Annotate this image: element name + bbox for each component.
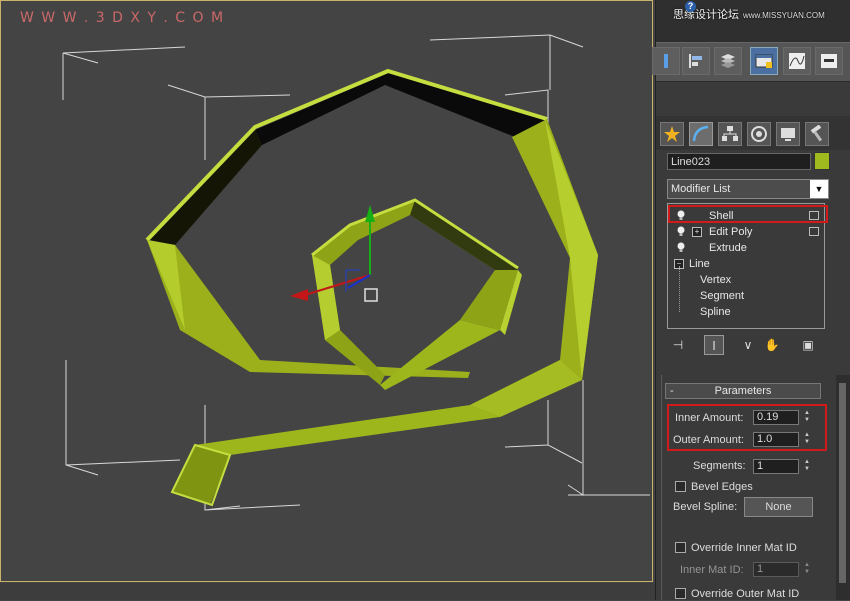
override-outer-checkbox[interactable] — [675, 588, 686, 599]
modifier-list-dropdown[interactable]: Modifier List ▼ — [667, 179, 829, 199]
inner-mat-id-input[interactable]: 1 — [753, 562, 799, 577]
stack-item-label: Extrude — [709, 242, 747, 254]
forum-watermark-text: 思缘设计论坛 — [673, 9, 739, 21]
site-watermark: W W W . 3 D X Y . C O M — [20, 10, 225, 26]
chevron-down-icon: ▼ — [810, 180, 828, 198]
stack-sub-label: Spline — [700, 306, 731, 318]
spiral-shell-mesh — [145, 68, 598, 507]
amount-highlight-box — [667, 404, 827, 451]
segments-spinner[interactable]: ▲ ▼ — [802, 459, 812, 474]
bounding-box — [62, 34, 650, 511]
panel-scrollbar[interactable] — [836, 375, 850, 600]
configure-sets-icon[interactable]: ▣ — [798, 335, 818, 355]
stack-sub-segment[interactable]: Segment — [668, 288, 824, 304]
stack-sub-spline[interactable]: Spline — [668, 304, 824, 320]
stack-item-label: Edit Poly — [709, 226, 753, 238]
modifier-list-label: Modifier List — [671, 183, 731, 195]
help-icon[interactable]: ? — [685, 1, 696, 12]
curve-icon — [789, 53, 805, 69]
filter-icon — [664, 54, 668, 68]
tab-hierarchy[interactable] — [718, 122, 742, 146]
bevel-spline-label: Bevel Spline: — [673, 501, 738, 513]
instance-icon — [809, 227, 819, 236]
tab-display[interactable] — [776, 122, 800, 146]
command-panel-tabs — [656, 116, 850, 150]
segments-label: Segments: — [693, 460, 746, 472]
bevel-edges-label: Bevel Edges — [691, 481, 753, 493]
layer-manager-button[interactable] — [714, 47, 742, 75]
shell-highlight-box — [668, 205, 828, 223]
rollout-collapse-symbol: - — [670, 385, 674, 397]
parameters-header[interactable]: - Parameters — [665, 383, 821, 399]
forum-watermark-url: www.MISSYUAN.COM — [743, 11, 825, 20]
stack-sub-label: Segment — [700, 290, 745, 302]
lightbulb-icon[interactable] — [677, 242, 685, 253]
override-inner-label: Override Inner Mat ID — [691, 542, 797, 554]
object-color-swatch[interactable] — [814, 152, 830, 170]
segments-input[interactable]: 1 — [753, 459, 799, 474]
stack-item-label: Line — [689, 258, 710, 270]
bevel-edges-checkbox[interactable] — [675, 481, 686, 492]
layers-icon — [721, 54, 735, 68]
display-monitor-icon — [781, 128, 795, 141]
tab-create[interactable] — [660, 122, 684, 146]
create-star-icon — [664, 126, 680, 142]
viewport-bottom-strip — [0, 583, 655, 600]
ribbon-toggle-button[interactable] — [750, 47, 778, 75]
stack-sub-vertex[interactable]: Vertex — [668, 272, 824, 288]
main-toolbar — [652, 42, 850, 82]
inner-mat-id-label: Inner Mat ID: — [680, 564, 744, 576]
stack-item-line[interactable]: − Line — [668, 256, 824, 272]
curve-editor-button[interactable] — [783, 47, 811, 75]
schematic-icon — [821, 54, 837, 68]
object-name-field[interactable]: Line023 — [667, 153, 811, 170]
align-button[interactable] — [682, 47, 710, 75]
remove-modifier-icon[interactable]: ✋ — [762, 335, 782, 355]
viewport-scene — [62, 34, 650, 511]
schematic-view-button[interactable] — [815, 47, 843, 75]
make-unique-icon[interactable]: ∨ — [738, 335, 758, 355]
tab-modify[interactable] — [689, 122, 713, 146]
hammer-icon — [810, 125, 823, 142]
bevel-spline-button[interactable]: None — [744, 497, 813, 517]
inner-mat-id-spinner[interactable]: ▲ ▼ — [802, 562, 812, 577]
show-end-result-icon[interactable]: Ⅰ — [704, 335, 724, 355]
lightbulb-icon[interactable] — [677, 226, 685, 237]
stack-toolbar: ⊣ Ⅰ ∨ ✋ ▣ — [660, 333, 835, 357]
scrollbar-thumb[interactable] — [839, 383, 846, 583]
viewport-perspective[interactable]: W W W . 3 D X Y . C O M — [0, 0, 656, 600]
align-icon — [689, 54, 702, 68]
pin-stack-icon[interactable]: ⊣ — [668, 335, 688, 355]
tab-utilities[interactable] — [805, 122, 829, 146]
hierarchy-icon — [722, 126, 738, 141]
select-filter-button[interactable] — [652, 47, 680, 75]
parameters-title: Parameters — [714, 385, 772, 397]
tab-motion[interactable] — [747, 122, 771, 146]
forum-watermark: 思缘设计论坛 www.MISSYUAN.COM — [673, 6, 825, 22]
override-inner-checkbox[interactable] — [675, 542, 686, 553]
modify-curve-icon — [692, 125, 709, 142]
expand-plus-icon[interactable]: + — [692, 227, 702, 237]
motion-icon — [751, 126, 767, 142]
stack-item-edit-poly[interactable]: + Edit Poly — [668, 224, 824, 240]
stack-item-extrude[interactable]: Extrude — [668, 240, 824, 256]
override-outer-label: Override Outer Mat ID — [691, 588, 800, 600]
ribbon-icon — [755, 54, 773, 68]
stack-sub-label: Vertex — [700, 274, 732, 286]
